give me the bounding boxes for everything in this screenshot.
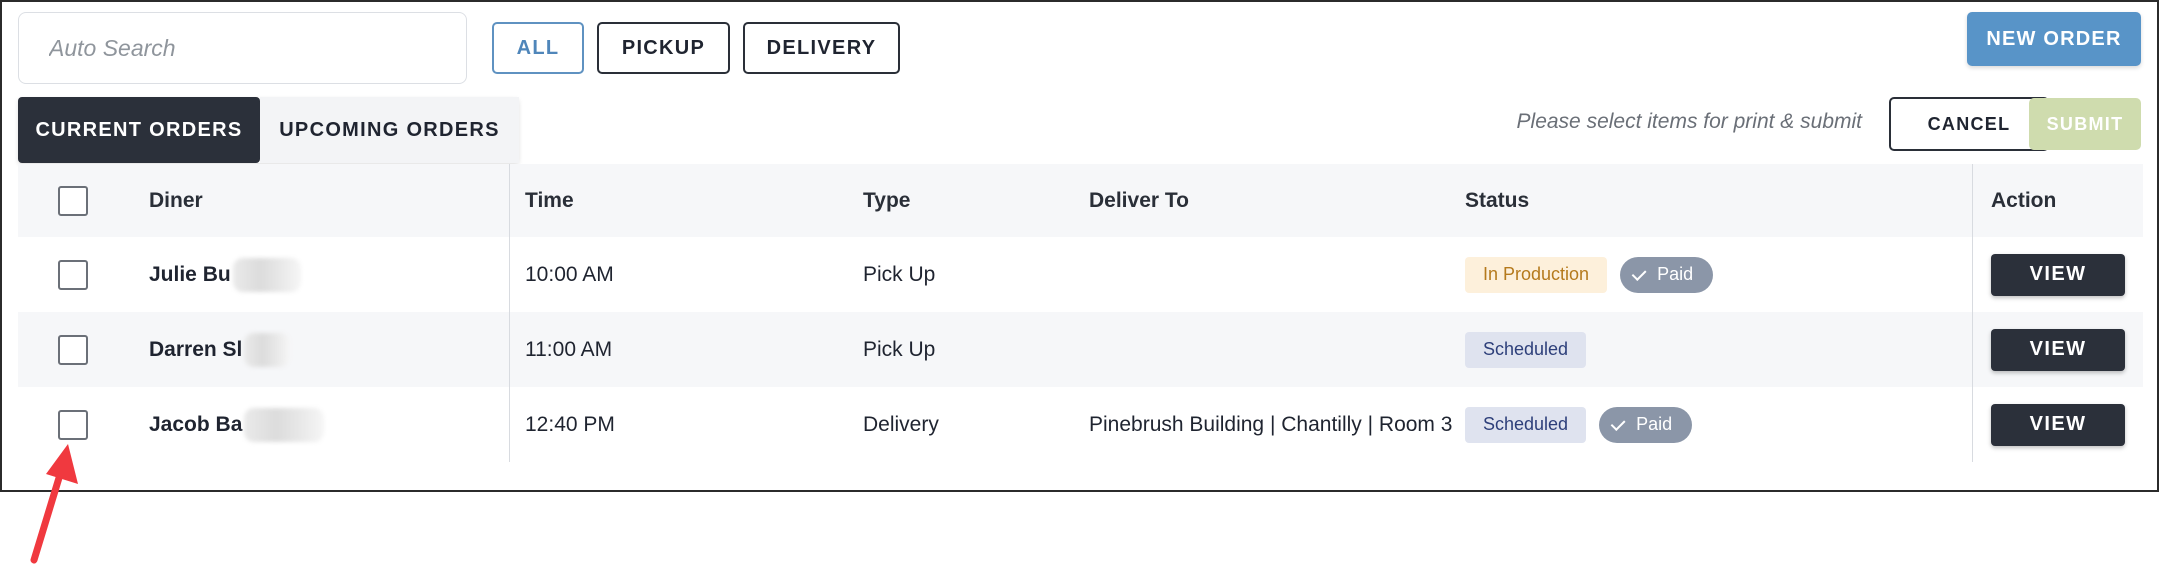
time-cell: 11:00 AM <box>525 337 613 361</box>
table-row: Jacob Ba 12:40 PM Delivery Pinebrush Bui… <box>18 387 2143 462</box>
orders-tabs: CURRENT ORDERS UPCOMING ORDERS <box>18 97 519 163</box>
view-button[interactable]: VIEW <box>1991 253 2125 296</box>
paid-badge: Paid <box>1620 256 1714 293</box>
annotation-arrow-icon <box>30 444 78 564</box>
tab-upcoming-orders[interactable]: UPCOMING ORDERS <box>260 97 519 163</box>
action-cell: VIEW <box>1991 312 2131 387</box>
view-button[interactable]: VIEW <box>1991 403 2125 446</box>
column-header-type: Type <box>863 188 911 212</box>
diner-name: Darren Sl <box>149 337 243 361</box>
table-row: Julie Bu 10:00 AM Pick Up In Production … <box>18 237 2143 312</box>
status-badge: Scheduled <box>1465 406 1587 443</box>
column-header-action: Action <box>1991 188 2057 212</box>
new-order-button[interactable]: NEW ORDER <box>1967 12 2141 66</box>
column-divider <box>1972 237 1973 312</box>
column-divider <box>1972 164 1973 237</box>
orders-panel: ALL PICKUP DELIVERY NEW ORDER CURRENT OR… <box>0 0 2159 492</box>
select-all-cell <box>58 164 98 237</box>
search-box[interactable] <box>18 12 467 84</box>
search-input[interactable] <box>19 13 466 83</box>
row-select-cell <box>58 312 98 387</box>
submit-button[interactable]: SUBMIT <box>2029 98 2141 150</box>
action-cell: VIEW <box>1991 237 2131 312</box>
table-row: Darren Sl 11:00 AM Pick Up Scheduled VIE… <box>18 312 2143 387</box>
check-icon <box>1610 415 1626 431</box>
column-header-deliver-to: Deliver To <box>1089 188 1189 212</box>
view-button[interactable]: VIEW <box>1991 328 2125 371</box>
filter-pickup-button[interactable]: PICKUP <box>597 22 730 74</box>
row-checkbox[interactable] <box>58 259 88 290</box>
row-checkbox[interactable] <box>58 409 88 440</box>
redacted-text <box>244 407 325 442</box>
status-cell: Scheduled <box>1465 312 1965 387</box>
time-cell: 10:00 AM <box>525 262 614 286</box>
check-icon <box>1631 265 1647 281</box>
row-select-cell <box>58 237 98 312</box>
column-divider <box>509 312 510 387</box>
column-divider <box>509 164 510 237</box>
diner-cell: Darren Sl <box>149 312 509 387</box>
status-cell: In Production Paid <box>1465 237 1965 312</box>
type-cell: Pick Up <box>863 262 936 286</box>
time-cell: 12:40 PM <box>525 412 615 436</box>
deliver-to-cell: Pinebrush Building | Chantilly | Room 3 <box>1089 412 1453 436</box>
column-divider <box>1972 312 1973 387</box>
column-header-time: Time <box>525 188 574 212</box>
column-divider <box>509 237 510 312</box>
type-cell: Pick Up <box>863 337 936 361</box>
column-divider <box>1972 387 1973 462</box>
status-cell: Scheduled Paid <box>1465 387 1965 462</box>
action-cell: VIEW <box>1991 387 2131 462</box>
cancel-button[interactable]: CANCEL <box>1889 97 2049 151</box>
paid-label: Paid <box>1636 414 1673 434</box>
deliver-to-cell <box>1089 312 1469 387</box>
print-submit-hint: Please select items for print & submit <box>1516 110 1862 133</box>
paid-label: Paid <box>1657 264 1694 284</box>
column-header-status: Status <box>1465 188 1530 212</box>
row-checkbox[interactable] <box>58 334 88 365</box>
paid-badge: Paid <box>1599 406 1693 443</box>
status-badge: In Production <box>1465 256 1608 293</box>
tab-current-orders[interactable]: CURRENT ORDERS <box>18 97 260 163</box>
status-badge: Scheduled <box>1465 331 1587 368</box>
column-divider <box>509 387 510 462</box>
type-cell: Delivery <box>863 412 939 436</box>
column-header-diner: Diner <box>149 188 203 212</box>
redacted-text <box>244 332 291 367</box>
table-header-row: Diner Time Type Deliver To Status Action <box>18 164 2143 237</box>
deliver-to-cell <box>1089 237 1469 312</box>
diner-cell: Jacob Ba <box>149 387 509 462</box>
filter-all-button[interactable]: ALL <box>492 22 584 74</box>
redacted-text <box>232 257 301 292</box>
diner-name: Jacob Ba <box>149 412 243 436</box>
diner-name: Julie Bu <box>149 262 231 286</box>
diner-cell: Julie Bu <box>149 237 509 312</box>
select-all-checkbox[interactable] <box>58 185 88 216</box>
filter-delivery-button[interactable]: DELIVERY <box>743 22 900 74</box>
